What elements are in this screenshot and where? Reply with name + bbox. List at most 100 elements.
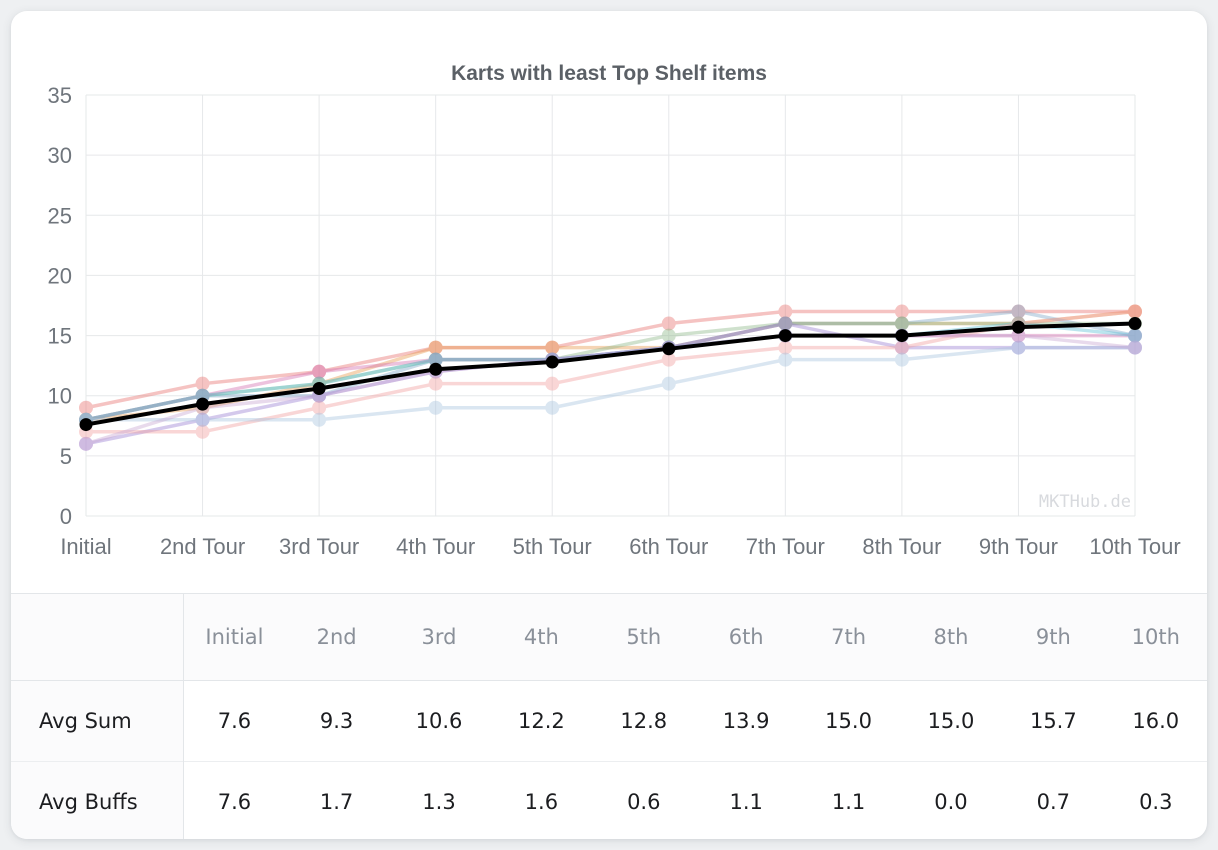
table-col-header: 9th (1002, 594, 1105, 681)
table-row-label: Avg Buffs (11, 761, 184, 839)
table-col-header: 2nd (285, 594, 388, 681)
data-point (661, 316, 676, 331)
table-cell: 1.7 (285, 761, 388, 839)
series-line (84, 321, 1137, 446)
table-col-header: Initial (183, 594, 286, 681)
summary-table: Initial 2nd 3rd 4th 5th 6th 7th 8th 9th … (11, 594, 1207, 839)
x-tick-label: 9th Tour (979, 534, 1058, 559)
data-point (79, 400, 93, 415)
table-body: Avg Sum 7.6 9.3 10.6 12.2 12.8 13.9 15.0… (11, 680, 1207, 839)
x-tick-label: 5th Tour (513, 534, 592, 559)
data-point (1128, 317, 1142, 331)
data-point (312, 412, 327, 427)
data-point (894, 340, 909, 355)
table-cell: 1.1 (694, 761, 798, 839)
y-tick-label: 20 (48, 263, 72, 288)
table-cell: 16.0 (1104, 680, 1207, 762)
table-cell: 10.6 (387, 680, 491, 762)
data-point (778, 352, 793, 367)
chart-title: Karts with least Top Shelf items (451, 62, 767, 85)
data-point (545, 355, 559, 369)
data-point (778, 304, 793, 319)
data-point (312, 364, 327, 379)
table-header-row: Initial 2nd 3rd 4th 5th 6th 7th 8th 9th … (11, 594, 1207, 681)
data-point (894, 352, 909, 367)
line-chart: Karts with least Top Shelf items 0 5 10 15 20… (48, 62, 1181, 559)
table-row: Avg Buffs 7.6 1.7 1.3 1.6 0.6 1.1 1.1 0.… (11, 761, 1207, 839)
table-cell: 15.0 (899, 680, 1003, 762)
y-tick-label: 5 (60, 444, 72, 469)
table-col-header: 8th (899, 594, 1003, 681)
data-point (894, 316, 909, 331)
data-point (195, 376, 210, 391)
data-point (778, 316, 793, 331)
table-col-header: 5th (592, 594, 695, 681)
x-tick-label: Initial (60, 534, 111, 559)
data-point (1128, 304, 1142, 319)
y-tick-label: 35 (48, 83, 72, 108)
table-col-header: 6th (694, 594, 798, 681)
data-point (195, 412, 210, 427)
data-point (312, 400, 327, 415)
table-col-header: 10th (1104, 594, 1207, 681)
data-point (79, 436, 93, 451)
data-point (195, 424, 210, 439)
x-tick-label: 7th Tour (746, 534, 825, 559)
table-cell: 1.6 (490, 761, 593, 839)
data-point (545, 400, 560, 415)
data-point (661, 328, 676, 343)
data-point (662, 342, 676, 356)
table-cell: 0.0 (899, 761, 1003, 839)
chart-card: Karts with least Top Shelf items 0 5 10 15 20… (11, 11, 1207, 839)
table-corner-cell (11, 594, 184, 681)
data-point (428, 376, 443, 391)
x-tick-label: 8th Tour (862, 534, 941, 559)
x-tick-label: 10th Tour (1089, 534, 1180, 559)
table-cell: 15.7 (1002, 680, 1105, 762)
table-cell: 12.8 (592, 680, 695, 762)
y-tick-label: 30 (48, 143, 72, 168)
series-line (84, 321, 1137, 427)
data-point (895, 329, 909, 343)
table-cell: 12.2 (490, 680, 593, 762)
table-col-header: 3rd (387, 594, 491, 681)
table-header: Initial 2nd 3rd 4th 5th 6th 7th 8th 9th … (11, 594, 1207, 681)
data-point (429, 362, 443, 376)
watermark-label: MKTHub.de (1039, 492, 1131, 512)
data-point (894, 304, 909, 319)
chart-area: Karts with least Top Shelf items 0 5 10 15 20… (11, 11, 1207, 593)
table-cell: 1.3 (387, 761, 491, 839)
x-tick-label: 2nd Tour (160, 534, 245, 559)
data-point (545, 340, 560, 355)
x-tick-label: 3rd Tour (279, 534, 359, 559)
data-point (1011, 340, 1026, 355)
table-cell: 1.1 (797, 761, 900, 839)
table-cell: 15.0 (797, 680, 900, 762)
x-tick-label: 4th Tour (396, 534, 475, 559)
y-tick-label: 0 (60, 504, 72, 529)
data-point (661, 376, 676, 391)
data-point (312, 381, 326, 395)
x-tick-label: 6th Tour (629, 534, 708, 559)
table-row: Avg Sum 7.6 9.3 10.6 12.2 12.8 13.9 15.0… (11, 680, 1207, 762)
data-point (778, 340, 793, 355)
series-line (84, 309, 1137, 410)
table-cell: 13.9 (694, 680, 798, 762)
data-point (1128, 340, 1142, 355)
data-point (196, 397, 210, 411)
table-col-header: 7th (797, 594, 900, 681)
table-cell: 0.6 (592, 761, 695, 839)
data-point (778, 329, 792, 343)
data-point (79, 418, 93, 432)
data-point (1011, 320, 1025, 334)
table-cell: 9.3 (285, 680, 388, 762)
data-point (428, 340, 443, 355)
y-tick-label: 15 (48, 324, 72, 349)
data-point (545, 376, 560, 391)
series-line (84, 345, 1137, 422)
table-cell: 0.3 (1104, 761, 1207, 839)
table-cell: 0.7 (1002, 761, 1105, 839)
y-tick-label: 10 (48, 384, 72, 409)
table-cell: 7.6 (183, 680, 286, 762)
data-point (1011, 304, 1026, 319)
